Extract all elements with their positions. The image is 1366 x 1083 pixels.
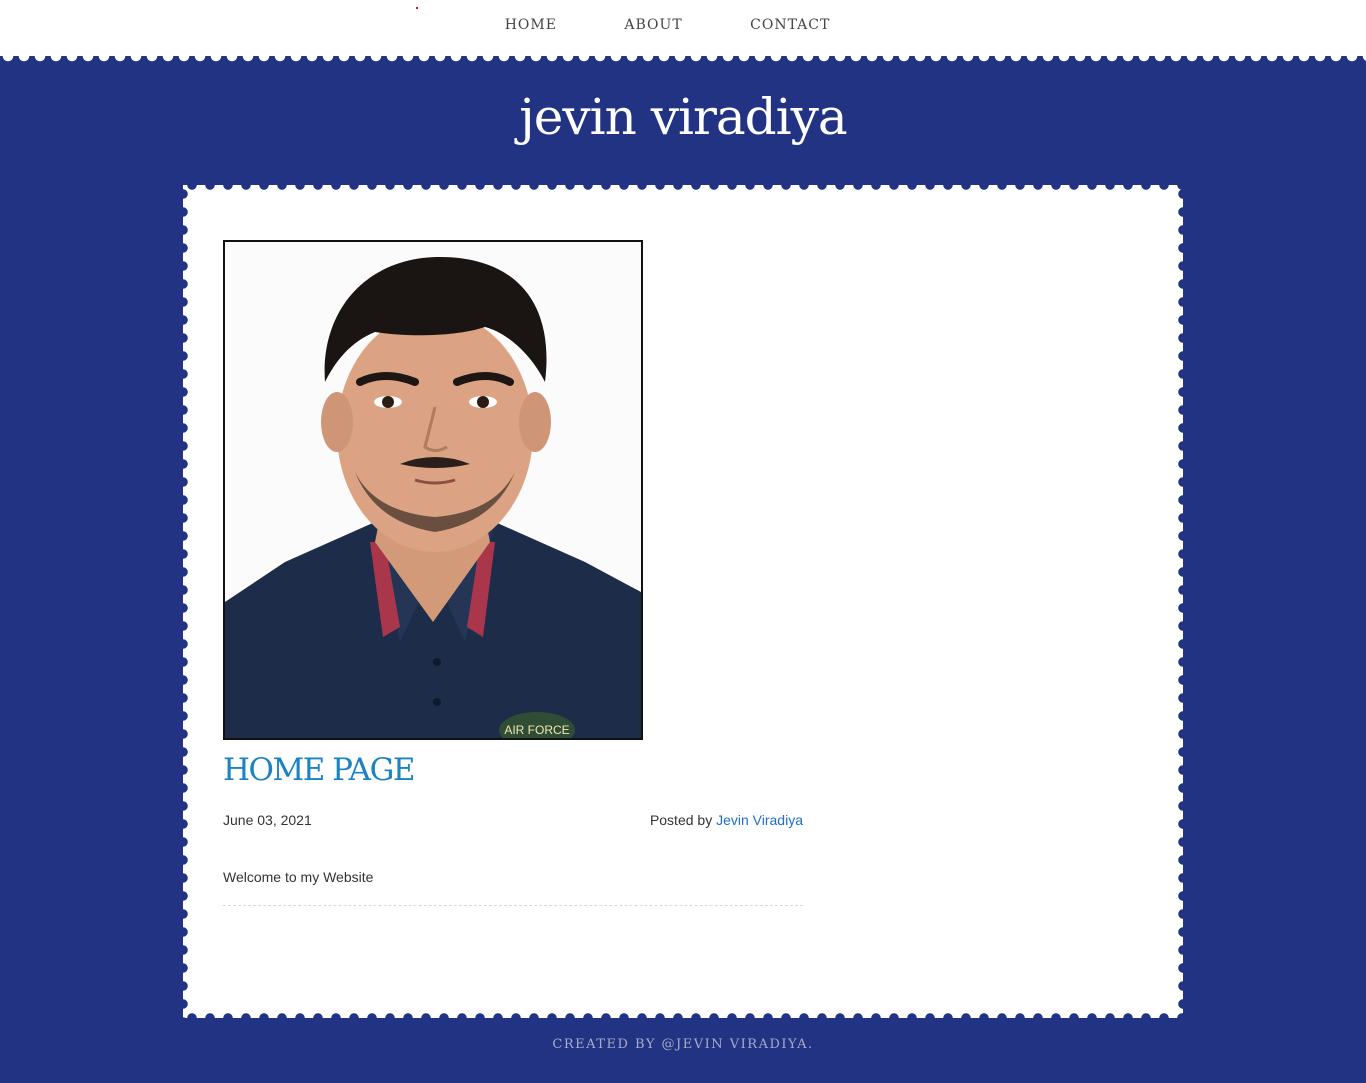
nav-contact-link[interactable]: CONTACT [750, 17, 830, 33]
site-title[interactable]: jevin viradiya [0, 88, 1366, 146]
red-dot-marker [416, 7, 418, 9]
posted-by-label: Posted by [649, 812, 713, 828]
post-date: June 03, 2021 [223, 812, 312, 828]
air-force-patch-text: AIR FORCE [504, 723, 569, 737]
profile-photo[interactable]: AIR FORCE [223, 240, 643, 740]
main-nav: HOME ABOUT CONTACT [0, 17, 1366, 33]
post-card-body: AIR FORCE HOME PAGE June 03, 2021 Posted… [183, 185, 1183, 1018]
footer-credit: CREATED BY @JEVIN VIRADIYA. [552, 1037, 814, 1052]
post-meta: June 03, 2021 Posted by Jevin Viradiya [223, 812, 803, 828]
post-title[interactable]: HOME PAGE [223, 752, 415, 788]
post-author-link[interactable]: Jevin Viradiya [716, 812, 803, 828]
post-body: Welcome to my Website [223, 869, 374, 885]
profile-photo-illustration: AIR FORCE [225, 242, 641, 738]
post-author-line: Posted by Jevin Viradiya [650, 812, 803, 828]
nav-about-link[interactable]: ABOUT [624, 17, 682, 33]
navbar-scalloped-edge [0, 50, 1366, 62]
post-divider [223, 905, 803, 906]
post-card: AIR FORCE HOME PAGE June 03, 2021 Posted… [177, 179, 1189, 1024]
nav-home-link[interactable]: HOME [505, 17, 557, 33]
